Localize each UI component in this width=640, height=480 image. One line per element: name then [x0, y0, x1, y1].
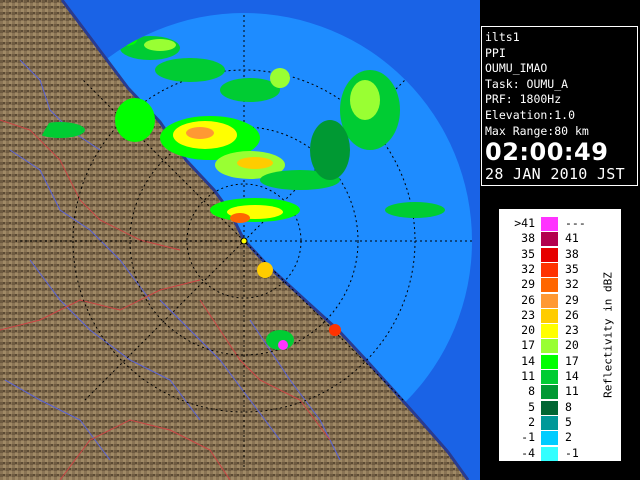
legend-swatch — [541, 324, 558, 339]
info-panel: ilts1 PPI OUMU_IMAO Task: OUMU_A PRF: 18… — [481, 26, 638, 186]
legend-high-label: 23 — [565, 323, 579, 338]
legend-high-label: 41 — [565, 231, 579, 246]
legend-swatch — [541, 339, 558, 354]
legend-low-label: 20 — [521, 323, 535, 338]
legend-high-label: 5 — [565, 414, 572, 429]
site-name: OUMU_IMAO — [485, 61, 548, 76]
legend-high-label: 11 — [565, 384, 579, 399]
legend-low-label: 32 — [521, 261, 535, 276]
legend-low-label: 29 — [521, 277, 535, 292]
radar-site-marker — [240, 237, 248, 245]
legend-low-label: 2 — [528, 414, 535, 429]
legend-low-label: >41 — [514, 216, 535, 230]
legend-high-label: 26 — [565, 307, 579, 322]
scan-time: 02:00:49 — [485, 138, 609, 167]
legend-swatch — [541, 293, 558, 308]
legend-low-label: 23 — [521, 307, 535, 322]
legend-low-label: 5 — [528, 399, 535, 414]
legend-swatch — [541, 385, 558, 400]
legend-swatch — [541, 446, 558, 461]
max-range-value: Max Range:80 km — [485, 123, 589, 138]
legend-swatch — [541, 354, 558, 369]
legend-axis-title-text: Reflectivity in dBZ — [601, 272, 615, 398]
legend-swatch — [541, 262, 558, 277]
product-type: PPI — [485, 45, 506, 60]
legend-swatch — [541, 370, 558, 384]
legend-swatch — [541, 415, 558, 430]
legend-high-label: 8 — [565, 399, 572, 414]
legend-high-label: 35 — [565, 261, 579, 276]
legend-swatch — [541, 278, 558, 293]
legend-high-label: -1 — [565, 445, 579, 460]
elevation-value: Elevation:1.0 — [485, 107, 576, 122]
task-name: Task: OUMU_A — [485, 76, 569, 91]
scan-date: 28 JAN 2010 JST — [485, 165, 625, 184]
legend-high-label: 38 — [565, 246, 579, 261]
legend-high-label: 2 — [565, 430, 572, 445]
legend-low-label: -1 — [521, 430, 535, 445]
legend-low-label: -4 — [521, 445, 535, 460]
legend-swatch — [541, 247, 558, 262]
legend-swatch — [541, 308, 558, 323]
legend-low-label: 35 — [521, 246, 535, 261]
legend-low-label: 26 — [521, 292, 535, 307]
legend-low-label: 38 — [521, 231, 535, 246]
legend-swatch — [541, 431, 558, 446]
legend-low-label: 11 — [521, 369, 535, 383]
legend-high-label: 17 — [565, 353, 579, 368]
legend-high-label: 29 — [565, 292, 579, 307]
legend-swatch — [541, 400, 558, 415]
legend-swatch — [541, 217, 558, 231]
legend-high-label: 20 — [565, 338, 579, 353]
radar-id: ilts1 — [485, 30, 520, 44]
legend-high-label: 14 — [565, 369, 579, 383]
legend-swatch — [541, 232, 558, 247]
legend-low-label: 17 — [521, 338, 535, 353]
legend-high-label: 32 — [565, 277, 579, 292]
legend-high-label: --- — [565, 216, 586, 230]
legend-low-label: 14 — [521, 353, 535, 368]
prf-value: PRF: 1800Hz — [485, 92, 562, 107]
legend-axis-title: Reflectivity in dBZ — [600, 260, 616, 410]
legend-low-label: 8 — [528, 384, 535, 399]
